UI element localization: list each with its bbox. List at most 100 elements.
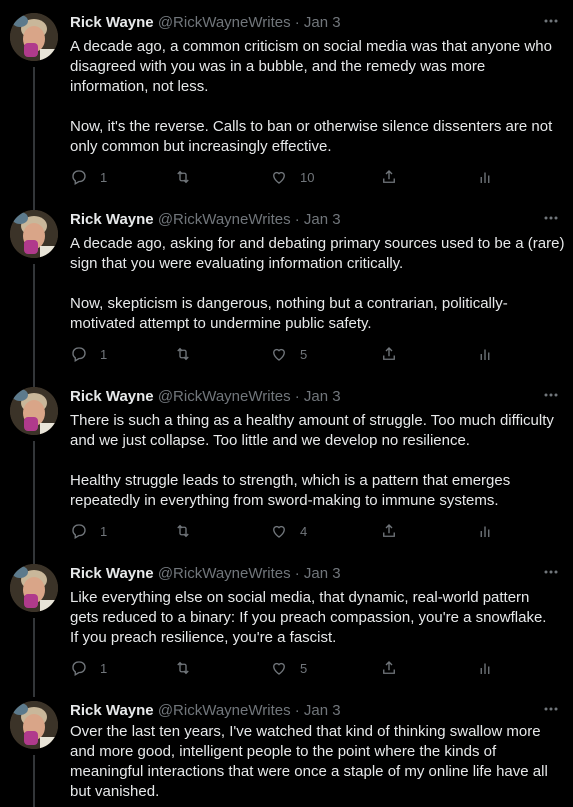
author-handle[interactable]: @RickWayneWrites	[158, 388, 291, 405]
share-icon	[380, 345, 398, 363]
thread-connector	[33, 67, 35, 211]
reply-count: 1	[100, 523, 108, 539]
separator: ·	[294, 388, 300, 405]
retweet-icon	[174, 168, 192, 186]
avatar[interactable]	[10, 13, 58, 61]
like-count: 5	[300, 346, 308, 362]
tweet-text: A decade ago, asking for and debating pr…	[70, 234, 565, 334]
retweet-button[interactable]	[174, 166, 204, 188]
reply-icon	[70, 345, 88, 363]
author-name[interactable]: Rick Wayne	[70, 565, 154, 582]
like-icon	[270, 345, 288, 363]
tweet-date[interactable]: Jan 3	[304, 14, 341, 31]
avatar[interactable]	[10, 210, 58, 258]
tweet-text-line: motivated attempt to undermine public sa…	[70, 315, 372, 332]
more-icon[interactable]	[541, 699, 561, 719]
tweet[interactable]: Rick Wayne @RickWayneWrites · Jan 3 Like…	[0, 562, 573, 697]
tweet-text-line: only common but increasingly effective.	[70, 138, 332, 155]
more-icon[interactable]	[541, 208, 561, 228]
analytics-button[interactable]	[476, 520, 494, 542]
tweet-date[interactable]: Jan 3	[304, 565, 341, 582]
author-name[interactable]: Rick Wayne	[70, 14, 154, 31]
tweet-text-line: Now, it's the reverse. Calls to ban or o…	[70, 118, 553, 135]
tweet-text-line: Over the last ten years, I've watched th…	[70, 723, 541, 740]
reply-button[interactable]: 1	[70, 520, 107, 542]
share-button[interactable]	[380, 520, 398, 542]
tweet-text: Over the last ten years, I've watched th…	[70, 722, 565, 802]
retweet-icon	[174, 345, 192, 363]
author-name[interactable]: Rick Wayne	[70, 388, 154, 405]
share-button[interactable]	[380, 166, 398, 188]
separator: ·	[294, 211, 300, 228]
retweet-button[interactable]	[174, 657, 204, 679]
tweet-text: Like everything else on social media, th…	[70, 588, 565, 648]
share-button[interactable]	[380, 343, 398, 365]
analytics-button[interactable]	[476, 166, 494, 188]
retweet-button[interactable]	[174, 520, 204, 542]
retweet-icon	[174, 659, 192, 677]
avatar[interactable]	[10, 564, 58, 612]
like-icon	[270, 168, 288, 186]
tweet-date[interactable]: Jan 3	[304, 211, 341, 228]
avatar[interactable]	[10, 387, 58, 435]
reply-button[interactable]: 1	[70, 657, 107, 679]
tweet-text-line: Healthy struggle leads to strength, whic…	[70, 472, 511, 489]
analytics-button[interactable]	[476, 657, 494, 679]
author-handle[interactable]: @RickWayneWrites	[158, 702, 291, 719]
tweet[interactable]: Rick Wayne @RickWayneWrites · Jan 3 A de…	[0, 11, 573, 211]
tweet-text-line: Like everything else on social media, th…	[70, 589, 530, 606]
tweet-actions: 1 10	[62, 166, 542, 188]
tweet[interactable]: Rick Wayne @RickWayneWrites · Jan 3 Over…	[0, 701, 573, 807]
analytics-button[interactable]	[476, 343, 494, 365]
like-button[interactable]: 5	[270, 343, 307, 365]
tweet-text-line: A decade ago, a common criticism on soci…	[70, 38, 552, 55]
tweet-thread: Rick Wayne @RickWayneWrites · Jan 3 A de…	[0, 0, 573, 807]
tweet-header: Rick Wayne @RickWayneWrites · Jan 3	[70, 564, 573, 584]
tweet-header: Rick Wayne @RickWayneWrites · Jan 3	[70, 13, 573, 33]
retweet-button[interactable]	[174, 343, 204, 365]
tweet-text-line: disagreed with you was in a bubble, and …	[70, 58, 486, 75]
reply-button[interactable]: 1	[70, 166, 107, 188]
more-icon[interactable]	[541, 385, 561, 405]
tweet-date[interactable]: Jan 3	[304, 702, 341, 719]
avatar[interactable]	[10, 701, 58, 749]
like-button[interactable]: 4	[270, 520, 307, 542]
analytics-icon	[476, 659, 494, 677]
tweet-text-line: If you preach resilience, you're a fasci…	[70, 629, 337, 646]
tweet-text-line	[70, 451, 565, 471]
author-handle[interactable]: @RickWayneWrites	[158, 565, 291, 582]
tweet-text-line: but vanished.	[70, 783, 160, 800]
tweet-text-line: Now, skepticism is dangerous, nothing bu…	[70, 295, 508, 312]
reply-count: 1	[100, 346, 108, 362]
tweet-text: A decade ago, a common criticism on soci…	[70, 37, 565, 157]
author-handle[interactable]: @RickWayneWrites	[158, 211, 291, 228]
author-name[interactable]: Rick Wayne	[70, 702, 154, 719]
like-button[interactable]: 10	[270, 166, 314, 188]
like-icon	[270, 659, 288, 677]
tweet[interactable]: Rick Wayne @RickWayneWrites · Jan 3 A de…	[0, 208, 573, 388]
author-name[interactable]: Rick Wayne	[70, 211, 154, 228]
reply-icon	[70, 659, 88, 677]
thread-connector	[33, 755, 35, 807]
separator: ·	[294, 565, 300, 582]
reply-count: 1	[100, 169, 108, 185]
like-count: 5	[300, 660, 308, 676]
retweet-icon	[174, 522, 192, 540]
tweet[interactable]: Rick Wayne @RickWayneWrites · Jan 3 Ther…	[0, 385, 573, 565]
like-count: 10	[300, 169, 315, 185]
tweet-actions: 1 4	[62, 520, 542, 542]
reply-count: 1	[100, 660, 108, 676]
tweet-date[interactable]: Jan 3	[304, 388, 341, 405]
share-button[interactable]	[380, 657, 398, 679]
tweet-text-line: gets reduced to a binary: If you preach …	[70, 609, 547, 626]
author-handle[interactable]: @RickWayneWrites	[158, 14, 291, 31]
like-count: 4	[300, 523, 308, 539]
reply-button[interactable]: 1	[70, 343, 107, 365]
more-icon[interactable]	[541, 11, 561, 31]
tweet-text-line: and we just collapse. Too little and we …	[70, 432, 470, 449]
tweet-text-line: and more good, intelligent people to the…	[70, 743, 497, 760]
tweet-text-line: meaningful interactions that were once a…	[70, 763, 548, 780]
tweet-text-line: A decade ago, asking for and debating pr…	[70, 235, 565, 252]
like-button[interactable]: 5	[270, 657, 307, 679]
more-icon[interactable]	[541, 562, 561, 582]
